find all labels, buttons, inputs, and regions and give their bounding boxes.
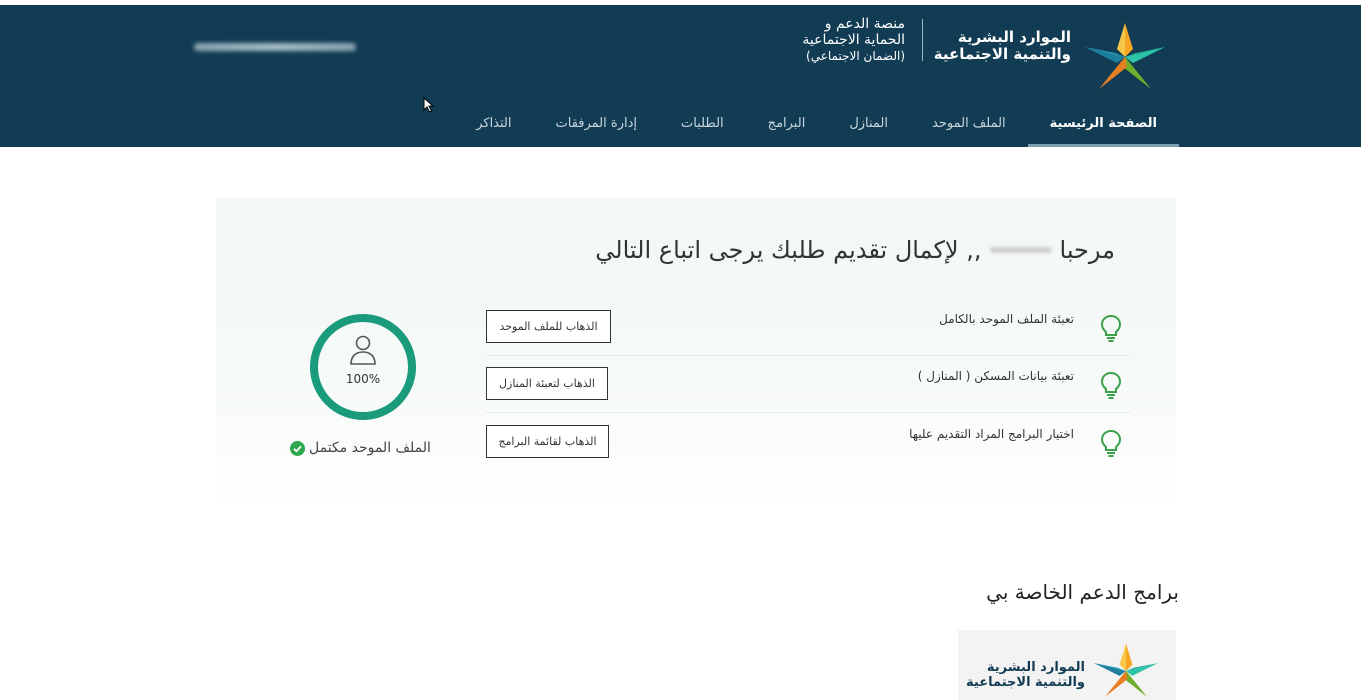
task-text: تعبئة الملف الموحد بالكامل xyxy=(939,312,1074,326)
task-row: اختيار البرامج المراد التقديم عليها الذه… xyxy=(486,425,1130,459)
platform-line1: منصة الدعم و xyxy=(824,16,905,32)
welcome-greeting: مرحبا xyxy=(1059,236,1116,264)
lightbulb-icon xyxy=(1100,429,1122,457)
task-row: تعبئة بيانات المسكن ( المنازل ) الذهاب ل… xyxy=(486,367,1130,413)
task-separator xyxy=(486,412,1130,413)
program-brand-line2: والتنمية الاجتماعية xyxy=(966,675,1085,690)
task-row: تعبئة الملف الموحد بالكامل الذهاب للملف … xyxy=(486,310,1130,356)
task-text: تعبئة بيانات المسكن ( المنازل ) xyxy=(917,369,1074,383)
nav-item-programs[interactable]: البرامج xyxy=(746,105,828,147)
nav-item-attachments[interactable]: إدارة المرفقات xyxy=(534,105,660,147)
platform-line3: (الضمان الاجتماعي) xyxy=(806,49,905,63)
nav-item-housing[interactable]: المنازل xyxy=(827,105,910,147)
platform-line2: الحماية الاجتماعية xyxy=(802,32,905,48)
check-circle-icon xyxy=(290,440,305,456)
nav-item-unified-file[interactable]: الملف الموحد xyxy=(910,105,1028,147)
profile-status-text: الملف الموحد مكتمل xyxy=(309,440,431,456)
go-unified-file-button[interactable]: الذهاب للملف الموحد xyxy=(486,310,611,343)
user-info-blurred[interactable] xyxy=(194,43,356,51)
profile-status: الملف الموحد مكتمل xyxy=(290,440,431,456)
program-card-brand: الموارد البشرية والتنمية الاجتماعية xyxy=(965,660,1085,690)
ministry-logo-icon xyxy=(1093,643,1159,697)
welcome-heading: مرحبا ,, لإكمال تقديم طلبك يرجى اتباع ال… xyxy=(595,236,1115,264)
task-text: اختيار البرامج المراد التقديم عليها xyxy=(909,427,1074,441)
ministry-logo-icon[interactable] xyxy=(1082,21,1168,93)
ministry-name: الموارد البشرية والتنمية الاجتماعية xyxy=(931,29,1071,63)
platform-name: منصة الدعم و الحماية الاجتماعية (الضمان … xyxy=(745,16,905,64)
progress-percent: 100% xyxy=(345,372,381,386)
nav-item-tickets[interactable]: التذاكر xyxy=(454,105,533,147)
main-nav: الصفحة الرئيسية الملف الموحد المنازل الب… xyxy=(454,105,1179,147)
page: الموارد البشرية والتنمية الاجتماعية منصة… xyxy=(0,0,1361,700)
nav-item-home[interactable]: الصفحة الرئيسية xyxy=(1027,105,1179,147)
user-name-blurred xyxy=(989,247,1052,253)
brand-line1: الموارد البشرية xyxy=(957,28,1071,46)
lightbulb-icon xyxy=(1100,314,1122,342)
header-divider xyxy=(922,19,923,61)
progress-ring-fill xyxy=(310,314,416,420)
user-icon xyxy=(350,335,376,365)
nav-item-requests[interactable]: الطلبات xyxy=(659,105,746,147)
task-separator xyxy=(486,355,1130,356)
support-programs-title: برامج الدعم الخاصة بي xyxy=(986,580,1179,604)
header: الموارد البشرية والتنمية الاجتماعية منصة… xyxy=(0,5,1361,147)
lightbulb-icon xyxy=(1100,371,1122,399)
mouse-cursor-icon xyxy=(423,97,435,113)
go-housing-button[interactable]: الذهاب لتعبئة المنازل xyxy=(486,367,608,400)
welcome-message: ,, لإكمال تقديم طلبك يرجى اتباع التالي xyxy=(595,236,982,264)
program-brand-line1: الموارد البشرية xyxy=(986,660,1085,675)
brand-line2: والتنمية الاجتماعية xyxy=(933,45,1071,63)
profile-progress-ring xyxy=(310,314,416,420)
go-programs-button[interactable]: الذهاب لقائمة البرامج xyxy=(486,425,609,458)
